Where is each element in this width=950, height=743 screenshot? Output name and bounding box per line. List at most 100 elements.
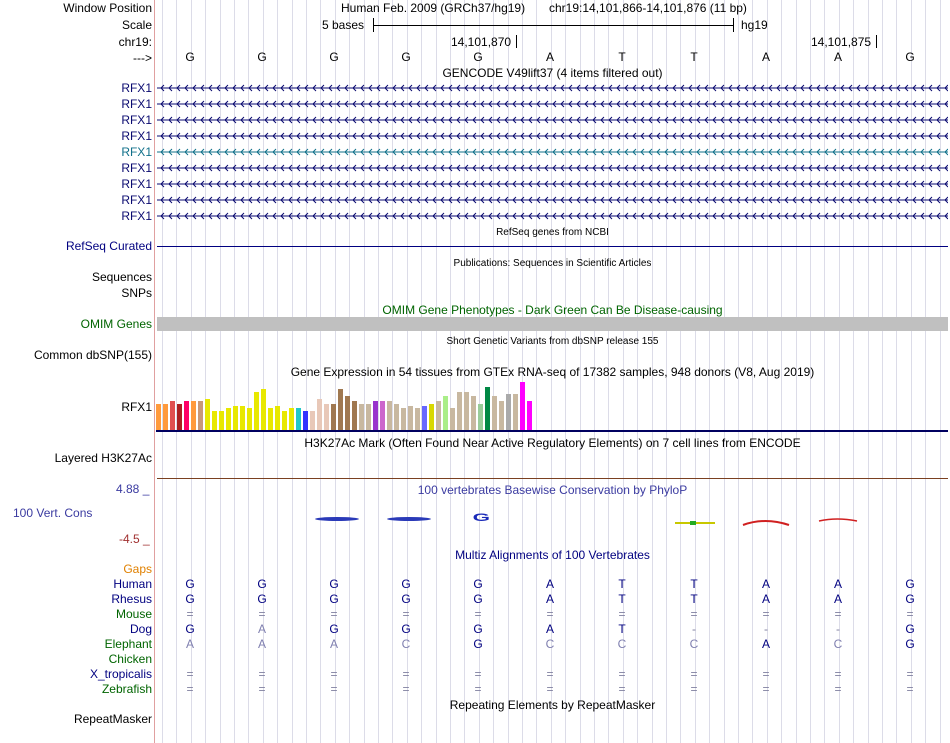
gencode-gene-feature[interactable] [157,193,948,207]
omim-track-title[interactable]: OMIM Gene Phenotypes - Dark Green Can Be… [155,303,950,317]
gtex-tissue-bar[interactable] [471,396,476,430]
gtex-tissue-bar[interactable] [366,404,371,430]
gtex-track-title[interactable]: Gene Expression in 54 tissues from GTEx … [155,365,950,379]
gtex-tissue-bar[interactable] [247,408,252,430]
gencode-gene-feature[interactable] [157,161,948,175]
gtex-tissue-bar[interactable] [506,394,511,430]
gtex-tissue-bar[interactable] [282,411,287,430]
gtex-tissue-bar[interactable] [338,389,343,430]
gtex-tissue-bar[interactable] [387,401,392,430]
gtex-tissue-bar[interactable] [170,401,175,430]
gtex-tissue-bar[interactable] [212,411,217,430]
multiz-species-label[interactable]: Human [113,577,152,591]
gtex-tissue-bar[interactable] [352,401,357,430]
gtex-tissue-bar[interactable] [177,404,182,430]
gtex-tissue-bar[interactable] [422,406,427,430]
gencode-gene-feature[interactable] [157,129,948,143]
multiz-species-label[interactable]: Dog [130,622,152,636]
gtex-track-label[interactable]: RFX1 [121,400,152,414]
gtex-tissue-bar[interactable] [464,392,469,430]
refseq-track-label[interactable]: RefSeq Curated [66,239,152,253]
sequences-track-label[interactable]: Sequences [92,270,152,284]
gtex-tissue-bar[interactable] [359,404,364,430]
gtex-tissue-bar[interactable] [345,396,350,430]
gtex-tissue-bar[interactable] [156,404,161,430]
gtex-tissue-bar[interactable] [303,411,308,430]
multiz-species-label[interactable]: Gaps [123,562,152,576]
gencode-gene-feature[interactable] [157,113,948,127]
gtex-tissue-bar[interactable] [275,406,280,430]
conservation-track-title[interactable]: 100 vertebrates Basewise Conservation by… [155,483,950,497]
gtex-tissue-bar[interactable] [492,396,497,430]
multiz-species-label[interactable]: Mouse [116,607,152,621]
gtex-tissue-bar[interactable] [226,408,231,430]
gencode-gene-feature[interactable] [157,145,948,159]
gtex-tissue-bar[interactable] [240,406,245,430]
gencode-gene-label[interactable]: RFX1 [121,209,152,223]
gtex-tissue-bar[interactable] [198,401,203,430]
gencode-gene-label[interactable]: RFX1 [121,113,152,127]
gtex-bar-chart[interactable] [156,380,536,430]
gtex-tissue-bar[interactable] [485,387,490,430]
multiz-species-label[interactable]: X_tropicalis [90,667,152,681]
gtex-tissue-bar[interactable] [310,411,315,430]
gtex-tissue-bar[interactable] [394,404,399,430]
gtex-tissue-bar[interactable] [163,404,168,430]
repeatmasker-track-label[interactable]: RepeatMasker [74,712,152,726]
refseq-gene-line[interactable] [157,246,948,247]
gencode-track-title[interactable]: GENCODE V49lift37 (4 items filtered out) [155,66,950,80]
gtex-tissue-bar[interactable] [324,404,329,430]
gencode-gene-label[interactable]: RFX1 [121,97,152,111]
gencode-gene-label[interactable]: RFX1 [121,145,152,159]
gtex-tissue-bar[interactable] [331,404,336,430]
gtex-tissue-bar[interactable] [296,408,301,430]
gencode-gene-feature[interactable] [157,97,948,111]
omim-feature[interactable] [157,317,948,331]
gencode-gene-feature[interactable] [157,81,948,95]
gtex-tissue-bar[interactable] [289,408,294,430]
gtex-tissue-bar[interactable] [478,404,483,430]
gtex-tissue-bar[interactable] [443,396,448,430]
gtex-tissue-bar[interactable] [184,401,189,430]
multiz-species-label[interactable]: Chicken [109,652,152,666]
gtex-tissue-bar[interactable] [527,401,532,430]
multiz-species-label[interactable]: Elephant [105,637,152,651]
gtex-tissue-bar[interactable] [429,404,434,430]
gtex-tissue-bar[interactable] [233,406,238,430]
gencode-gene-label[interactable]: RFX1 [121,81,152,95]
gtex-tissue-bar[interactable] [261,389,266,430]
gtex-tissue-bar[interactable] [436,401,441,430]
gencode-gene-label[interactable]: RFX1 [121,161,152,175]
gtex-tissue-bar[interactable] [408,406,413,430]
omim-track-label[interactable]: OMIM Genes [81,317,152,331]
gencode-gene-feature[interactable] [157,209,948,223]
gencode-gene-label[interactable]: RFX1 [121,177,152,191]
h3k27ac-track-label[interactable]: Layered H3K27Ac [55,451,152,465]
gtex-tissue-bar[interactable] [191,401,196,430]
multiz-species-label[interactable]: Rhesus [111,592,152,606]
gtex-tissue-bar[interactable] [499,401,504,430]
gtex-tissue-bar[interactable] [415,408,420,430]
gtex-tissue-bar[interactable] [254,392,259,430]
gtex-tissue-bar[interactable] [317,399,322,430]
h3k27ac-track-title[interactable]: H3K27Ac Mark (Often Found Near Active Re… [155,436,950,450]
gtex-tissue-bar[interactable] [450,408,455,430]
gtex-tissue-bar[interactable] [373,401,378,430]
gencode-gene-label[interactable]: RFX1 [121,193,152,207]
dbsnp-track-label[interactable]: Common dbSNP(155) [34,348,152,362]
gtex-tissue-bar[interactable] [219,411,224,430]
multiz-species-label[interactable]: Zebrafish [102,682,152,696]
gencode-gene-feature[interactable] [157,177,948,191]
publications-track-title[interactable]: Publications: Sequences in Scientific Ar… [155,257,950,271]
snps-track-label[interactable]: SNPs [121,286,152,300]
multiz-track-title[interactable]: Multiz Alignments of 100 Vertebrates [155,548,950,562]
gtex-tissue-bar[interactable] [205,399,210,430]
repeatmasker-track-title[interactable]: Repeating Elements by RepeatMasker [155,698,950,712]
gtex-tissue-bar[interactable] [401,408,406,430]
conservation-track-label[interactable]: 100 Vert. Cons [13,506,92,520]
position-text[interactable]: chr19:14,101,866-14,101,876 (11 bp) [549,1,747,15]
gencode-gene-label[interactable]: RFX1 [121,129,152,143]
dbsnp-track-title[interactable]: Short Genetic Variants from dbSNP releas… [155,335,950,349]
gtex-tissue-bar[interactable] [520,382,525,430]
refseq-track-title[interactable]: RefSeq genes from NCBI [155,226,950,240]
